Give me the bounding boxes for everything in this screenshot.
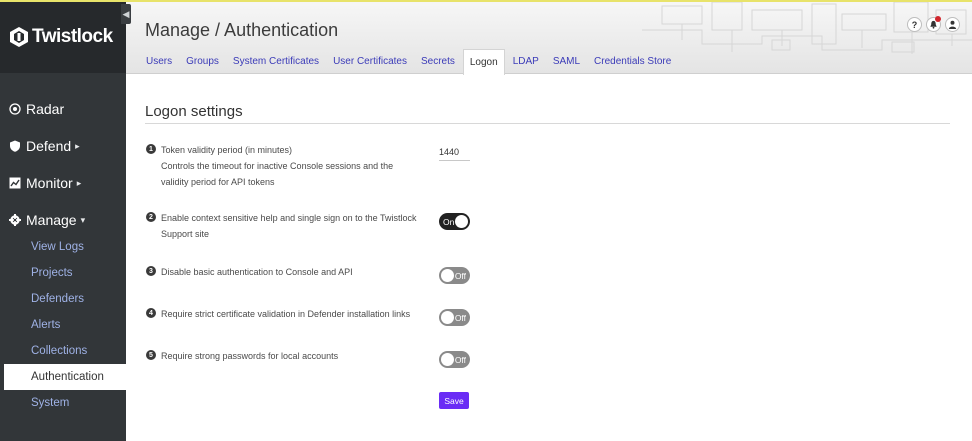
sidebar-item-label: Radar [26,101,65,117]
section-divider [145,123,950,124]
sidebar-item-view-logs[interactable]: View Logs [0,234,126,260]
radar-icon [9,103,21,115]
brand[interactable]: Twistlock [0,0,126,73]
tab-secrets[interactable]: Secrets [415,49,461,74]
top-accent-line [0,0,972,2]
twistlock-logo-icon [10,26,28,47]
tab-logon[interactable]: Logon [462,49,505,75]
step-number-badge: 3 [146,266,156,276]
brand-name: Twistlock [32,25,113,47]
save-button[interactable]: Save [439,392,469,409]
chevron-right-icon: ▸ [75,140,80,151]
page-title: Manage / Authentication [145,20,339,40]
sidebar-item-alerts[interactable]: Alerts [0,312,126,338]
basic-auth-toggle[interactable]: Off [439,267,470,284]
step-number-badge: 4 [146,308,156,318]
section-title: Logon settings [145,103,243,120]
help-icon[interactable]: ? [907,17,922,32]
sidebar-item-manage[interactable]: Manage ▾ [0,207,126,233]
sidebar-item-system[interactable]: System [0,390,126,416]
step-number-badge: 2 [146,212,156,222]
sidebar-item-authentication[interactable]: Authentication [4,364,126,390]
shield-icon [9,140,21,152]
toggle-knob [441,311,454,324]
toggle-knob [441,269,454,282]
toggle-label: Off [454,312,466,323]
toggle-knob [455,215,468,228]
setting-label: Disable basic authentication to Console … [161,267,353,277]
sidebar-item-projects[interactable]: Projects [0,260,126,286]
token-validity-input[interactable]: 1440 [439,145,470,161]
toggle-label: On [443,216,455,227]
chevron-down-icon: ▾ [80,214,86,225]
tab-ldap[interactable]: LDAP [507,49,545,74]
page-header: Manage / Authentication Users Groups Sys… [126,0,972,75]
toggle-label: Off [454,354,466,365]
tab-users[interactable]: Users [140,49,178,74]
sidebar-item-label: Monitor [26,175,73,191]
tab-user-certificates[interactable]: User Certificates [327,49,413,74]
cert-validation-toggle[interactable]: Off [439,309,470,326]
toggle-label: Off [454,270,466,281]
tab-bar: Users Groups System Certificates User Ce… [140,49,679,75]
setting-label: Require strict certificate validation in… [161,309,411,319]
manage-submenu: View Logs Projects Defenders Alerts Coll… [0,234,126,416]
sidebar: Twistlock ◀ Radar Defend ▸ Monitor ▸ Man… [0,0,131,441]
setting-label: Enable context sensitive help and single… [161,213,417,239]
gear-icon [9,214,21,226]
sidebar-item-defend[interactable]: Defend ▸ [0,133,126,159]
monitor-icon [9,177,21,189]
sidebar-item-defenders[interactable]: Defenders [0,286,126,312]
user-icon[interactable] [945,17,960,32]
tab-saml[interactable]: SAML [547,49,586,74]
main-content: Logon settings 1 Token validity period (… [126,74,972,441]
step-number-badge: 5 [146,350,156,360]
sidebar-item-monitor[interactable]: Monitor ▸ [0,170,126,196]
setting-label: Token validity period (in minutes) Contr… [161,145,394,187]
toggle-knob [441,353,454,366]
sidebar-item-label: Manage [26,212,77,228]
tab-credentials-store[interactable]: Credentials Store [588,49,677,74]
chevron-right-icon: ▸ [76,177,82,188]
sidebar-nav: Radar Defend ▸ Monitor ▸ Manage ▾ View L… [0,96,126,416]
strong-passwords-toggle[interactable]: Off [439,351,470,368]
step-number-badge: 1 [146,144,156,154]
sidebar-item-label: Defend [26,138,72,154]
setting-label: Require strong passwords for local accou… [161,351,339,361]
header-icons: ? [903,16,960,32]
bell-icon[interactable] [926,16,941,32]
tab-groups[interactable]: Groups [180,49,225,74]
sidebar-item-collections[interactable]: Collections [0,338,126,364]
collapse-sidebar-button[interactable]: ◀ [121,4,131,24]
tab-system-certificates[interactable]: System Certificates [227,49,325,74]
sidebar-item-radar[interactable]: Radar [0,96,126,122]
setting-description: Controls the timeout for inactive Consol… [161,161,394,187]
notification-dot [935,16,941,22]
context-help-toggle[interactable]: On [439,213,470,230]
